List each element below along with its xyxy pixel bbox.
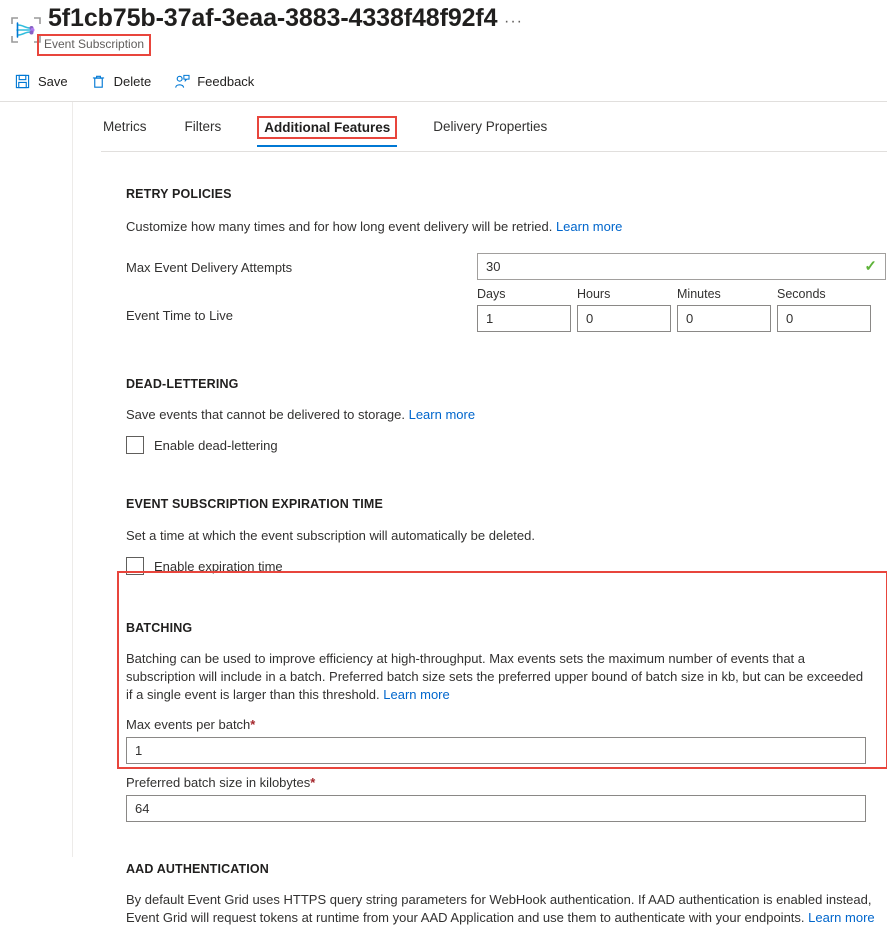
left-gutter-divider <box>72 102 73 857</box>
settings-content: RETRY POLICIES Customize how many times … <box>126 186 887 927</box>
retry-policies-title: RETRY POLICIES <box>126 187 232 201</box>
ttl-minutes-label: Minutes <box>677 287 721 301</box>
max-events-per-batch-value: 1 <box>135 743 143 758</box>
aad-title: AAD AUTHENTICATION <box>126 862 269 876</box>
title-block: 5f1cb75b-37af-3eaa-3883-4338f48f92f4 <box>48 2 498 34</box>
tab-metrics[interactable]: Metrics <box>101 118 149 144</box>
save-label: Save <box>38 73 68 89</box>
enable-expiration-time-checkbox[interactable] <box>126 557 144 575</box>
ttl-days-label: Days <box>477 287 506 301</box>
batch-size-required-marker: * <box>310 775 316 790</box>
retry-policies-description: Customize how many times and for how lon… <box>126 218 887 236</box>
aad-description-text: By default Event Grid uses HTTPS query s… <box>126 892 872 925</box>
batching-description: Batching can be used to improve efficien… <box>126 650 866 704</box>
max-events-required-marker: * <box>250 717 256 732</box>
expiration-description-text: Set a time at which the event subscripti… <box>126 528 535 543</box>
ttl-seconds-value: 0 <box>786 311 794 326</box>
more-options-button[interactable]: ··· <box>500 10 527 34</box>
delete-icon <box>90 73 107 90</box>
ttl-minutes-input[interactable]: 0 <box>677 305 771 332</box>
enable-dead-lettering-label: Enable dead-lettering <box>154 437 278 453</box>
ttl-minutes-value: 0 <box>686 311 694 326</box>
preferred-batch-size-value: 64 <box>135 801 150 816</box>
resource-type-highlight: Event Subscription <box>37 34 152 56</box>
ttl-seconds-input[interactable]: 0 <box>777 305 871 332</box>
aad-description: By default Event Grid uses HTTPS query s… <box>126 891 878 927</box>
expiration-description: Set a time at which the event subscripti… <box>126 527 887 545</box>
section-retry-policies: RETRY POLICIES Customize how many times … <box>126 186 887 333</box>
checkmark-icon: ✓ <box>864 258 877 275</box>
section-dead-lettering: DEAD-LETTERING Save events that cannot b… <box>126 376 887 454</box>
section-batching: BATCHING Batching can be used to improve… <box>126 620 887 822</box>
page-title: 5f1cb75b-37af-3eaa-3883-4338f48f92f4 <box>48 4 498 32</box>
enable-dead-lettering-row[interactable]: Enable dead-lettering <box>126 436 887 454</box>
enable-expiration-time-label: Enable expiration time <box>154 558 283 574</box>
dead-lettering-title: DEAD-LETTERING <box>126 377 239 391</box>
ttl-hours-label: Hours <box>577 287 611 301</box>
max-attempts-input[interactable]: 30 ✓ <box>477 253 886 280</box>
header-divider <box>0 101 887 102</box>
page-header: 5f1cb75b-37af-3eaa-3883-4338f48f92f4 Eve… <box>0 0 887 62</box>
preferred-batch-size-label: Preferred batch size in kilobytes* <box>126 774 887 791</box>
tab-bar: Metrics Filters Additional Features Deli… <box>101 116 583 150</box>
ttl-days-input[interactable]: 1 <box>477 305 571 332</box>
expiration-title: EVENT SUBSCRIPTION EXPIRATION TIME <box>126 497 383 511</box>
ttl-days-value: 1 <box>486 311 494 326</box>
enable-expiration-time-row[interactable]: Enable expiration time <box>126 557 887 575</box>
batching-learn-more-link[interactable]: Learn more <box>383 687 449 702</box>
ttl-seconds-label: Seconds <box>777 287 826 301</box>
event-ttl-label: Event Time to Live <box>126 308 233 323</box>
save-button[interactable]: Save <box>14 73 68 90</box>
aad-learn-more-link[interactable]: Learn more <box>808 910 874 925</box>
resource-type-label: Event Subscription <box>44 37 145 51</box>
max-events-per-batch-label: Max events per batch* <box>126 716 887 733</box>
save-icon <box>14 73 31 90</box>
dead-lettering-description-text: Save events that cannot be delivered to … <box>126 407 405 422</box>
section-aad-authentication: AAD AUTHENTICATION By default Event Grid… <box>126 861 887 927</box>
enable-dead-lettering-checkbox[interactable] <box>126 436 144 454</box>
feedback-icon <box>173 73 190 90</box>
batching-description-text: Batching can be used to improve efficien… <box>126 651 864 702</box>
batching-title: BATCHING <box>126 621 193 635</box>
max-events-per-batch-input[interactable]: 1 <box>126 737 866 764</box>
max-attempts-value: 30 <box>486 259 501 274</box>
ttl-hours-value: 0 <box>586 311 594 326</box>
max-events-per-batch-label-text: Max events per batch <box>126 717 251 732</box>
delete-label: Delete <box>113 73 152 89</box>
preferred-batch-size-input[interactable]: 64 <box>126 795 866 822</box>
tab-filters[interactable]: Filters <box>183 118 224 144</box>
preferred-batch-size-label-text: Preferred batch size in kilobytes <box>126 775 311 790</box>
dead-lettering-description: Save events that cannot be delivered to … <box>126 406 887 424</box>
feedback-label: Feedback <box>197 73 255 89</box>
ttl-hours-input[interactable]: 0 <box>577 305 671 332</box>
retry-policies-description-text: Customize how many times and for how lon… <box>126 219 553 234</box>
delete-button[interactable]: Delete <box>90 73 152 90</box>
tab-additional-features[interactable]: Additional Features <box>257 116 398 147</box>
feedback-button[interactable]: Feedback <box>173 73 254 90</box>
max-attempts-label: Max Event Delivery Attempts <box>126 260 293 275</box>
section-expiration-time: EVENT SUBSCRIPTION EXPIRATION TIME Set a… <box>126 496 887 575</box>
command-bar: Save Delete Feedback <box>0 66 887 97</box>
dead-lettering-learn-more-link[interactable]: Learn more <box>409 407 475 422</box>
retry-policies-learn-more-link[interactable]: Learn more <box>556 219 622 234</box>
tab-bar-divider <box>101 151 887 152</box>
tab-delivery-properties[interactable]: Delivery Properties <box>431 118 549 144</box>
